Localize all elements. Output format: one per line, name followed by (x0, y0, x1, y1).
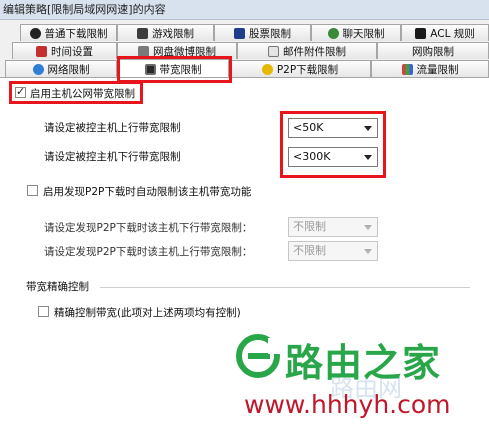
acl-icon (415, 27, 427, 39)
tab-label: P2P下载限制 (276, 63, 339, 76)
tab-row-2: 时间设置 网盘微博限制 邮件附件限制 网购限制 (0, 42, 489, 59)
group-divider (100, 287, 470, 288)
p2p-upload-limit-value: 不限制 (293, 244, 326, 257)
precise-control-checkbox[interactable] (38, 306, 49, 317)
p2p-enable-label: 启用发现P2P下载时自动限制该主机带宽功能 (43, 186, 252, 198)
tab-shopping[interactable]: 网购限制 (377, 42, 489, 59)
tab-p2p-download[interactable]: P2P下载限制 (229, 60, 371, 77)
upload-limit-label: 请设定被控主机上行带宽限制 (44, 122, 181, 134)
tab-label: 网购限制 (412, 45, 454, 58)
cloud-icon (138, 45, 149, 57)
chevron-down-icon (364, 225, 372, 230)
p2p-enable-checkbox[interactable] (27, 185, 38, 196)
download-limit-label: 请设定被控主机下行带宽限制 (44, 151, 181, 163)
highlight-bandwidth-tab (117, 56, 232, 83)
p2p-download-limit-select[interactable]: 不限制 (288, 217, 378, 237)
globe-icon (32, 63, 44, 75)
download-icon (29, 27, 41, 39)
chat-icon (327, 27, 339, 39)
tab-label: 网络限制 (47, 63, 90, 76)
tab-network[interactable]: 网络限制 (5, 60, 117, 77)
p2p-icon (261, 63, 273, 75)
tab-normal-download[interactable]: 普通下载限制 (20, 24, 117, 41)
tab-time[interactable]: 时间设置 (12, 42, 117, 59)
tab-game[interactable]: 游戏限制 (117, 24, 214, 41)
tab-label: 普通下载限制 (44, 27, 108, 40)
tab-acl[interactable]: ACL 规则 (401, 24, 489, 41)
bandwidth-panel: 启用主机公网带宽限制 请设定被控主机上行带宽限制 <50K 请设定被控主机下行带… (0, 77, 489, 432)
tab-label: 时间设置 (51, 45, 93, 58)
tab-label: 邮件附件限制 (283, 45, 346, 58)
tab-label: 流量限制 (416, 63, 459, 76)
p2p-upload-limit-select[interactable]: 不限制 (288, 241, 378, 261)
calendar-icon (36, 45, 47, 57)
precise-group-title: 带宽精确控制 (26, 281, 89, 293)
tab-label: 股票限制 (249, 27, 291, 40)
gamepad-icon (137, 27, 148, 39)
p2p-upload-limit-label: 请设定发现P2P下载时该主机上行带宽限制： (44, 246, 253, 258)
tab-row-3: 网络限制 带宽限制 P2P下载限制 流量限制 (0, 59, 489, 78)
chevron-down-icon (364, 249, 372, 254)
tab-traffic[interactable]: 流量限制 (371, 60, 489, 77)
chart-icon (234, 27, 245, 39)
tab-label: 聊天限制 (342, 27, 385, 40)
precise-control-label: 精确控制带宽(此项对上述两项均有控制) (54, 307, 241, 319)
tab-stock[interactable]: 股票限制 (214, 24, 311, 41)
router-logo-icon (236, 334, 280, 378)
tab-label: 游戏限制 (152, 27, 194, 40)
watermark-url: www.hhhyh.com (244, 390, 451, 419)
tab-mail-attachment[interactable]: 邮件附件限制 (237, 42, 377, 59)
highlight-limit-selects (280, 111, 386, 178)
traffic-icon (401, 63, 413, 75)
mail-icon (268, 45, 279, 57)
window-title: 编辑策略[限制局域网网速]的内容 (0, 0, 489, 20)
highlight-enable-checkbox (9, 81, 143, 104)
p2p-download-limit-label: 请设定发现P2P下载时该主机下行带宽限制： (44, 222, 253, 234)
p2p-download-limit-value: 不限制 (293, 220, 326, 233)
tab-chat[interactable]: 聊天限制 (311, 24, 401, 41)
tab-label: ACL 规则 (430, 27, 475, 40)
tab-row-1: 普通下载限制 游戏限制 股票限制 聊天限制 ACL 规则 (0, 24, 489, 41)
watermark-brand: 路由之家 (285, 341, 442, 385)
